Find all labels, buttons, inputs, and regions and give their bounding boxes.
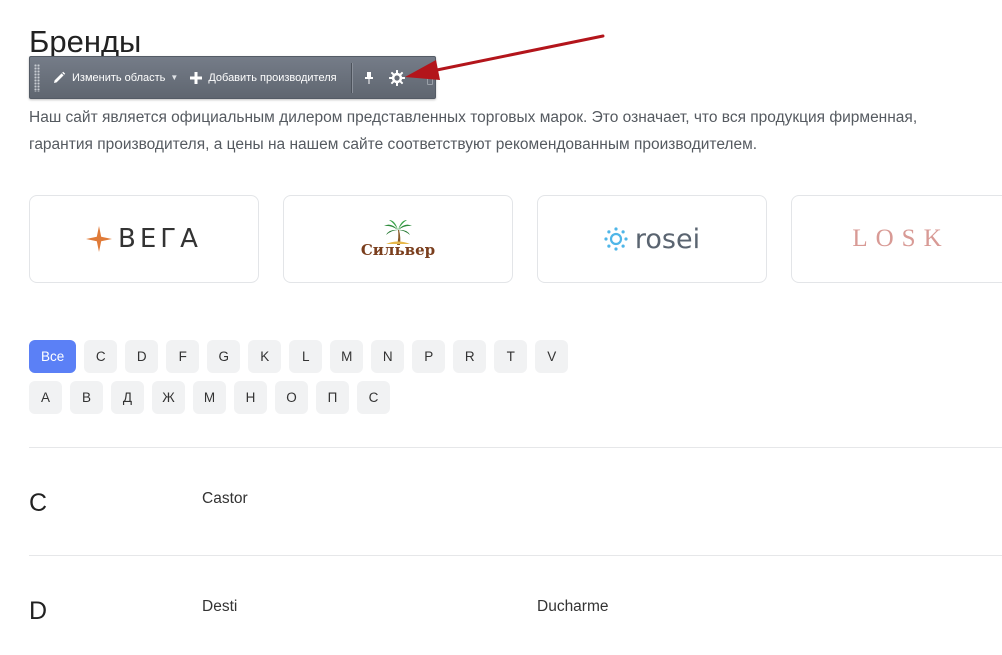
filter-letter-button[interactable]: G (207, 340, 241, 373)
filter-letter-button[interactable]: С (357, 381, 390, 414)
section-letter-heading: C (29, 489, 48, 517)
brand-card-rosei[interactable]: rosei (537, 195, 767, 283)
pencil-icon (54, 71, 66, 83)
add-manufacturer-button[interactable]: Добавить производителя (184, 57, 342, 98)
brand-logo: rosei (604, 224, 700, 255)
gear-icon (388, 69, 405, 86)
filter-letter-button[interactable]: R (453, 340, 487, 373)
filter-letter-button[interactable]: L (289, 340, 323, 373)
filter-letter-button[interactable]: О (275, 381, 308, 414)
brand-logo: ВЕГА (86, 224, 202, 254)
brand-card-losk[interactable]: LOSK (791, 195, 1002, 283)
brand-logo-text: ВЕГА (118, 224, 202, 254)
edit-area-button[interactable]: Изменить область ▼ (46, 57, 184, 98)
filter-letter-button[interactable]: N (371, 340, 405, 373)
filter-letter-button[interactable]: M (330, 340, 364, 373)
section-letter-heading: D (29, 597, 48, 625)
filter-letter-button[interactable]: Д (111, 381, 144, 414)
filter-letter-button[interactable]: Ж (152, 381, 185, 414)
brand-logo: LOSK (852, 225, 949, 253)
brand-card-vega[interactable]: ВЕГА (29, 195, 259, 283)
star-icon (86, 226, 113, 252)
section-divider (29, 555, 1002, 556)
brand-logo: Сильвер (361, 219, 435, 259)
filter-letter-button[interactable]: P (412, 340, 446, 373)
filter-letter-button[interactable]: K (248, 340, 282, 373)
admin-toolbar: Изменить область ▼ Добавить производител… (29, 56, 436, 99)
plus-icon (190, 71, 203, 84)
page: Бренды Изменить область ▼ Добавить произ… (0, 0, 1002, 655)
filter-letter-button[interactable]: В (70, 381, 103, 414)
toolbar-resize-handle[interactable] (427, 73, 433, 85)
brand-logo-text: LOSK (852, 225, 950, 252)
filter-letter-button[interactable]: М (193, 381, 226, 414)
filter-letter-button[interactable]: F (166, 340, 200, 373)
intro-line-2: гарантия производителя, а цены на нашем … (29, 136, 758, 153)
filter-letter-button[interactable]: D (125, 340, 159, 373)
brand-card-silver[interactable]: Сильвер (283, 195, 513, 283)
filter-letter-button[interactable]: Н (234, 381, 267, 414)
add-manufacturer-label: Добавить производителя (208, 71, 337, 84)
brand-link[interactable]: Ducharme (537, 598, 609, 616)
settings-button[interactable] (386, 57, 408, 98)
filter-letter-button[interactable]: T (494, 340, 528, 373)
filter-letter-button[interactable]: А (29, 381, 62, 414)
intro-line-1: Наш сайт является официальным дилером пр… (29, 109, 918, 126)
pin-icon (364, 71, 373, 84)
brand-link[interactable]: Desti (202, 598, 237, 616)
brand-logo-text: rosei (634, 223, 701, 255)
cyrillic-letter-filter: А В Д Ж М Н О П С (29, 381, 398, 414)
chevron-down-icon[interactable]: ▼ (170, 73, 178, 82)
brand-logo-text: Сильвер (360, 241, 436, 259)
filter-letter-button[interactable]: C (84, 340, 118, 373)
filter-letter-button[interactable]: V (535, 340, 569, 373)
toolbar-separator (350, 62, 352, 93)
filter-all-button[interactable]: Все (29, 340, 77, 373)
toolbar-drag-handle[interactable] (34, 63, 40, 92)
intro-text: Наш сайт является официальным дилером пр… (29, 104, 1002, 158)
pin-button[interactable] (358, 57, 380, 98)
sun-icon (604, 227, 628, 251)
section-divider (29, 447, 1002, 448)
brand-link[interactable]: Castor (202, 490, 248, 508)
edit-area-label: Изменить область (72, 71, 166, 84)
filter-letter-button[interactable]: П (316, 381, 349, 414)
latin-letter-filter: Все C D F G K L M N P R T V (29, 340, 576, 373)
